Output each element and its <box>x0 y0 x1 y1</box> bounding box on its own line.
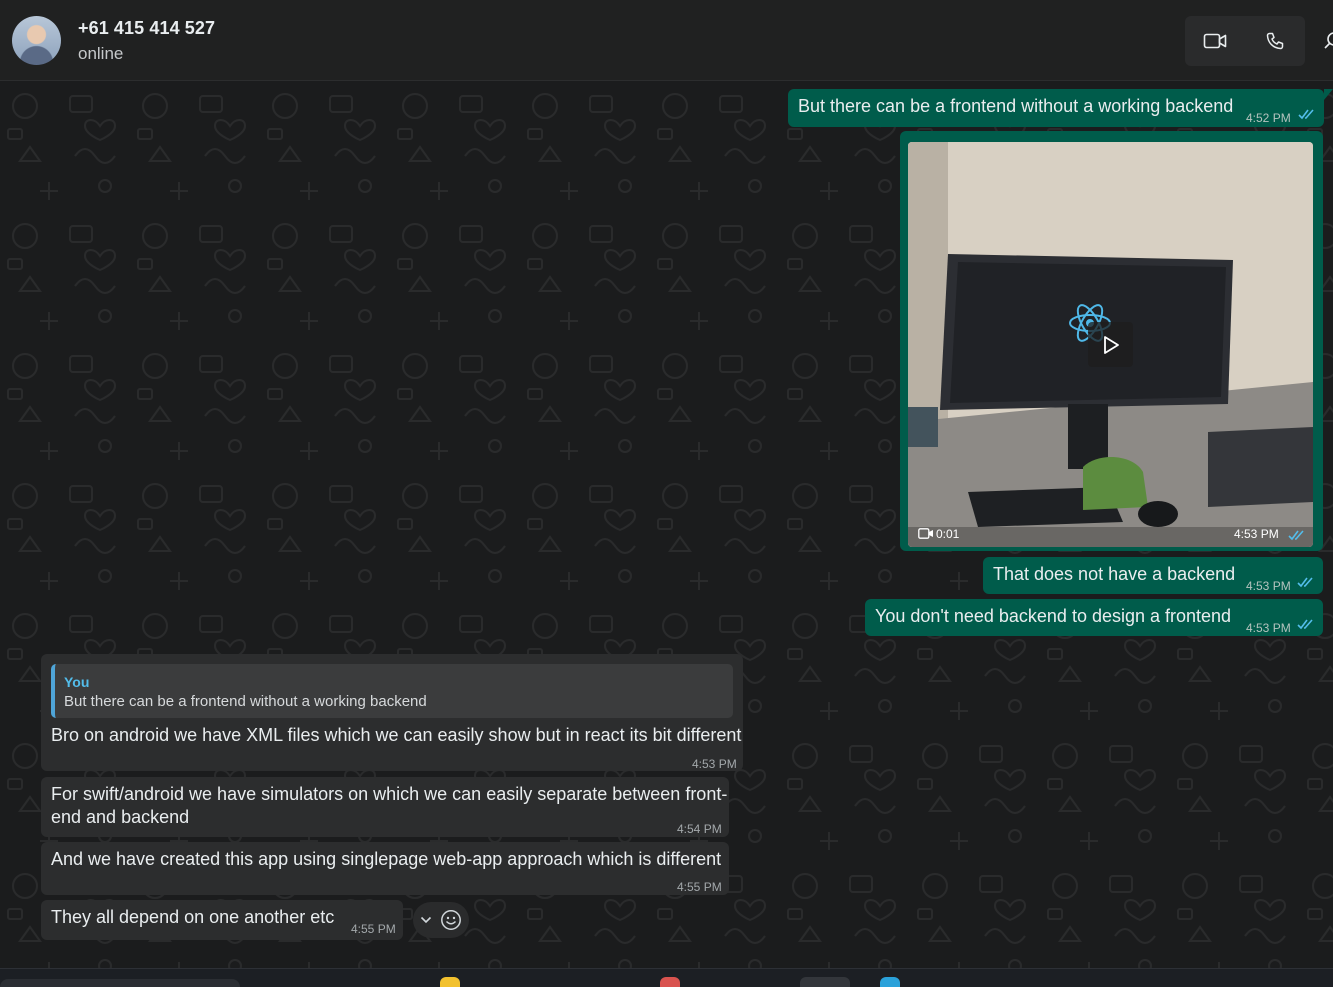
quoted-text: But there can be a frontend without a wo… <box>64 693 427 710</box>
message-text: But there can be a frontend without a wo… <box>798 96 1234 116</box>
message-text-line-2: end and backend <box>51 807 190 827</box>
contact-status: online <box>78 44 124 63</box>
message-time: 4:55 PM <box>677 880 722 894</box>
message-time: 4:52 PM <box>1246 111 1291 125</box>
message-time: 4:53 PM <box>1234 527 1279 541</box>
search-icon <box>1324 32 1333 49</box>
video-camera-icon <box>1203 33 1227 49</box>
message-actions-pill <box>413 902 469 938</box>
play-icon <box>1103 335 1119 354</box>
message-text: That does not have a backend <box>993 564 1236 584</box>
read-receipt-icon <box>1297 577 1313 588</box>
incoming-message[interactable]: And we have created this app using singl… <box>41 842 729 895</box>
message-time: 4:54 PM <box>677 822 722 836</box>
contact-name[interactable]: +61 415 414 527 <box>78 18 215 39</box>
chat-header: +61 415 414 527 online <box>0 0 1333 81</box>
read-receipt-icon <box>1298 109 1314 120</box>
call-buttons-group <box>1185 16 1305 66</box>
message-text: And we have created this app using singl… <box>51 849 722 869</box>
message-text: Bro on android we have XML files which w… <box>51 725 742 745</box>
outgoing-message[interactable]: That does not have a backend 4:53 PM <box>983 557 1323 594</box>
bubble-tail <box>1324 89 1333 100</box>
voice-call-button[interactable] <box>1245 16 1305 66</box>
message-time: 4:53 PM <box>1246 621 1291 635</box>
emoji-react-icon[interactable] <box>440 909 462 931</box>
incoming-message[interactable]: They all depend on one another etc 4:55 … <box>41 900 403 940</box>
quoted-message[interactable]: You But there can be a frontend without … <box>51 664 733 718</box>
message-text-line-1: For swift/android we have simulators on … <box>51 784 728 804</box>
outgoing-message[interactable]: You don't need backend to design a front… <box>865 599 1323 636</box>
contact-avatar[interactable] <box>12 16 61 65</box>
message-time: 4:53 PM <box>692 757 737 771</box>
incoming-message[interactable]: For swift/android we have simulators on … <box>41 777 729 837</box>
phone-icon <box>1266 32 1284 50</box>
incoming-message-with-reply[interactable]: You But there can be a frontend without … <box>41 654 743 771</box>
message-time: 4:53 PM <box>1246 579 1291 593</box>
search-button[interactable] <box>1322 30 1333 52</box>
outgoing-message[interactable]: But there can be a frontend without a wo… <box>788 89 1333 127</box>
play-button[interactable] <box>1088 322 1133 367</box>
video-duration: 0:01 <box>936 527 960 541</box>
outgoing-video-message[interactable]: 0:01 4:53 PM <box>900 131 1323 551</box>
read-receipt-icon <box>1288 530 1304 541</box>
message-text: You don't need backend to design a front… <box>875 606 1232 626</box>
message-text: They all depend on one another etc <box>51 907 335 927</box>
video-camera-icon <box>918 528 933 539</box>
video-call-button[interactable] <box>1185 16 1245 66</box>
video-thumbnail[interactable]: 0:01 4:53 PM <box>908 142 1313 547</box>
message-time: 4:55 PM <box>351 922 396 936</box>
os-taskbar <box>0 968 1333 987</box>
read-receipt-icon <box>1297 619 1313 630</box>
chevron-down-icon[interactable] <box>420 916 432 924</box>
